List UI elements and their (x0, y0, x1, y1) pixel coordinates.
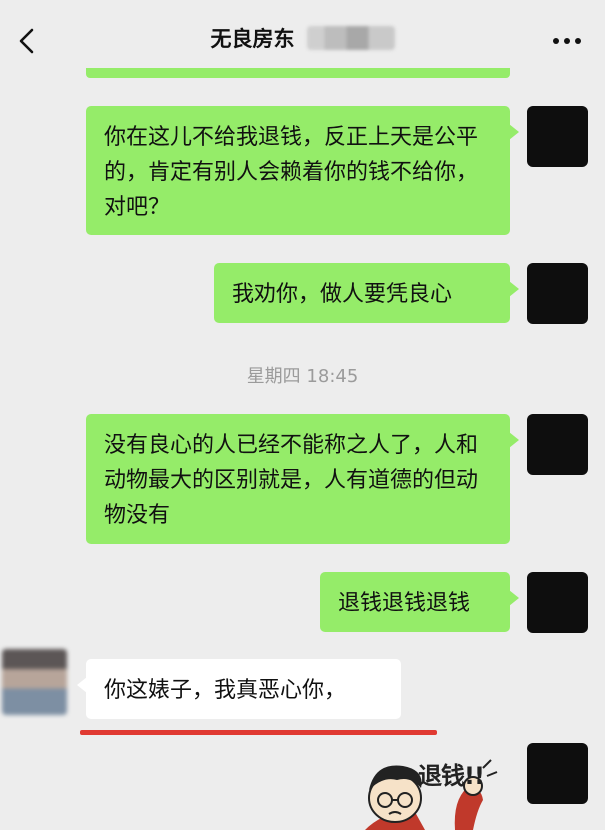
message-text: 我劝你，做人要凭良心 (232, 282, 453, 307)
my-avatar[interactable] (527, 106, 588, 167)
chat-timestamp: 星期四 18:45 (246, 366, 359, 387)
my-avatar[interactable] (527, 263, 588, 324)
message-text: 退钱退钱退钱 (338, 591, 471, 616)
my-avatar[interactable] (527, 414, 588, 475)
message-text: 你这婊子，我真恶心你， (104, 678, 347, 703)
my-avatar[interactable] (527, 572, 588, 633)
previous-message-bubble-edge (86, 68, 510, 78)
message-text: 没有良心的人已经不能称之人了，人和动物最大的区别就是，人有道德的但动物没有 (104, 433, 479, 528)
message-bubble-outgoing[interactable]: 我劝你，做人要凭良心 (214, 263, 519, 323)
contact-avatar[interactable] (2, 649, 67, 715)
chat-title: 无良房东 (210, 27, 295, 51)
message-text: 你在这儿不给我退钱，反正上天是公平的，肯定有别人会赖着你的钱不给你，对吧？ (104, 125, 479, 220)
message-bubble-outgoing[interactable]: 退钱退钱退钱 (320, 572, 519, 632)
sticker-text: 退钱!! (418, 762, 485, 790)
message-bubble-incoming[interactable]: 你这婊子，我真恶心你， (77, 659, 401, 719)
more-horizontal-icon[interactable] (551, 36, 583, 46)
message-bubble-outgoing[interactable]: 没有良心的人已经不能称之人了，人和动物最大的区别就是，人有道德的但动物没有 (86, 414, 519, 544)
redacted-name (306, 26, 395, 50)
my-avatar[interactable] (527, 743, 588, 804)
message-bubble-outgoing[interactable]: 你在这儿不给我退钱，反正上天是公平的，肯定有别人会赖着你的钱不给你，对吧？ (86, 106, 519, 235)
red-underline-annotation (80, 730, 437, 735)
